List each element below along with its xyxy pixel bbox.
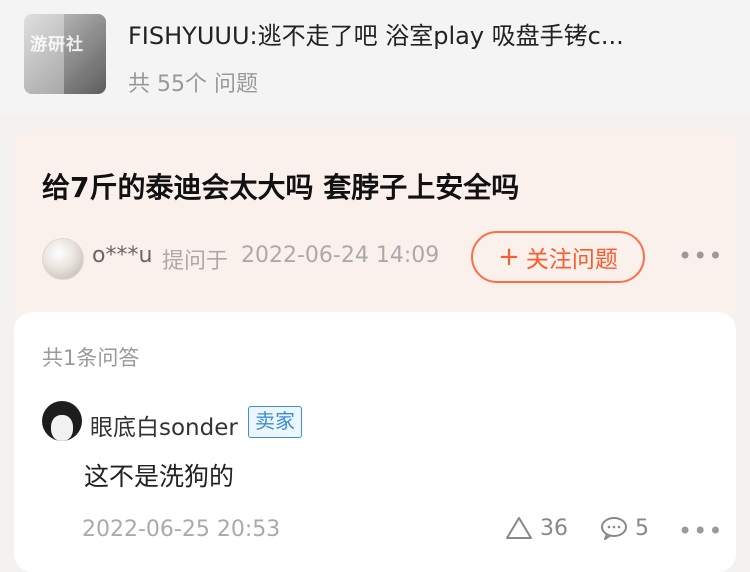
seller-badge: 卖家 [248,406,302,438]
follow-question-button[interactable]: + 关注问题 [471,231,645,283]
comment-button[interactable]: 5 [599,515,649,541]
like-button[interactable]: 36 [504,515,568,541]
asked-timestamp: 2022-06-24 14:09 [241,243,440,268]
watermark-logo: 游研社 [30,35,84,55]
question-total-count: 共 55个 问题 [128,72,258,97]
follow-question-label: 关注问题 [525,247,618,273]
product-header[interactable]: 游研社 FISHYUUU:逃不走了吧 浴室play 吸盘手铐c... 共 55个… [0,0,750,115]
like-count: 36 [540,515,568,541]
answer-timestamp: 2022-06-25 20:53 [82,517,281,542]
answerer-avatar[interactable] [42,401,82,441]
question-card: 给7斤的泰迪会太大吗 套脖子上安全吗 o***u 提问于 2022-06-24 … [14,130,736,320]
comment-count: 5 [635,515,649,541]
question-title: 给7斤的泰迪会太大吗 套脖子上安全吗 [42,171,520,204]
product-thumbnail[interactable]: 游研社 [24,14,106,94]
answer-text: 这不是洗狗的 [84,462,235,491]
comment-bubble-icon [601,517,627,540]
answer-count: 共1条问答 [42,346,140,370]
asked-label: 提问于 [162,249,229,274]
avatar-face [51,415,73,441]
more-dots-icon[interactable]: ••• [678,517,723,545]
product-title[interactable]: FISHYUUU:逃不走了吧 浴室play 吸盘手铐c... [128,16,728,51]
answers-card: 共1条问答 眼底白sonder 卖家 这不是洗狗的 2022-06-25 20:… [14,312,736,572]
asker-avatar[interactable] [42,238,84,280]
triangle-like-icon [506,517,532,539]
more-dots-icon[interactable]: ••• [678,242,723,270]
plus-icon: + [498,242,520,272]
answerer-name[interactable]: 眼底白sonder [90,408,238,442]
asker-name[interactable]: o***u [92,243,152,268]
